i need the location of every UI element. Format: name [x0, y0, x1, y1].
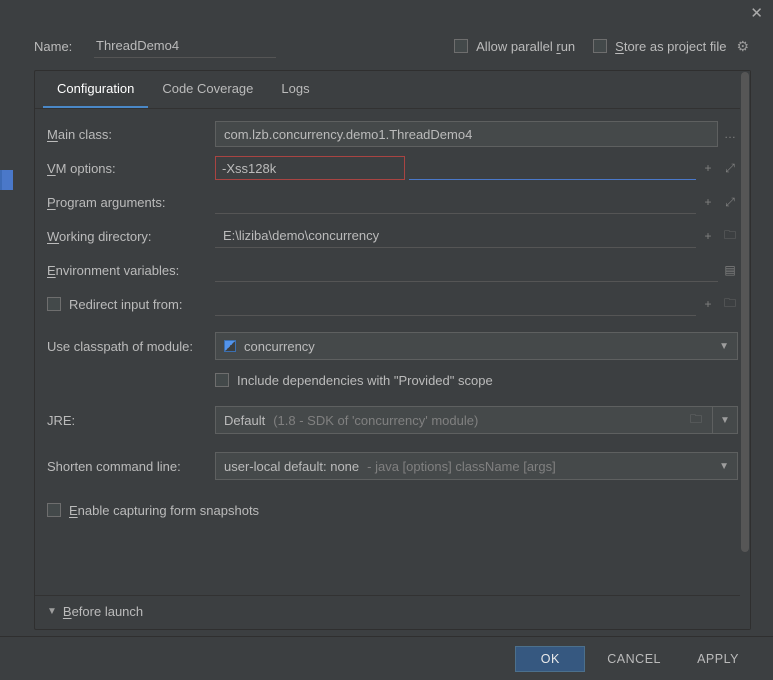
jre-select[interactable]: Default (1.8 - SDK of 'concurrency' modu…	[215, 406, 712, 434]
env-vars-label: Environment variables:	[47, 259, 215, 282]
scrollbar[interactable]	[740, 71, 750, 629]
include-provided-checkbox[interactable]: Include dependencies with "Provided" sco…	[215, 373, 493, 388]
plus-icon[interactable]: +	[700, 195, 716, 209]
cancel-button[interactable]: CANCEL	[593, 646, 675, 672]
left-accent	[0, 170, 13, 190]
plus-icon[interactable]: +	[700, 161, 716, 175]
tab-logs[interactable]: Logs	[267, 71, 323, 108]
checkbox-icon	[47, 503, 61, 517]
jre-label: JRE:	[47, 409, 215, 432]
gear-icon[interactable]: ⚙	[736, 38, 749, 55]
chevron-down-icon: ▼	[47, 606, 57, 617]
chevron-down-icon: ▼	[719, 341, 729, 352]
env-vars-input[interactable]	[215, 258, 718, 282]
classpath-label: Use classpath of module:	[47, 335, 215, 358]
checkbox-icon[interactable]	[47, 297, 61, 311]
before-launch-section[interactable]: ▼ Before launch	[35, 595, 750, 629]
enable-snapshots-checkbox[interactable]: Enable capturing form snapshots	[47, 503, 259, 518]
browse-icon[interactable]: …	[722, 127, 738, 141]
vm-options-label: VM options:	[47, 157, 215, 180]
scrollbar-thumb[interactable]	[741, 72, 749, 552]
working-dir-label: Working directory:	[47, 225, 215, 248]
program-args-label: Program arguments:	[47, 191, 215, 214]
ok-button[interactable]: OK	[515, 646, 585, 672]
tab-configuration[interactable]: Configuration	[43, 71, 148, 108]
shorten-select[interactable]: user-local default: none - java [options…	[215, 452, 738, 480]
apply-button[interactable]: APPLY	[683, 646, 753, 672]
store-as-project-file-checkbox[interactable]: Store as project file	[593, 39, 726, 54]
checkbox-icon	[215, 373, 229, 387]
allow-parallel-run-checkbox[interactable]: Allow parallel run	[454, 39, 575, 54]
separator	[35, 108, 750, 109]
shorten-label: Shorten command line:	[47, 455, 215, 478]
vm-options-extra[interactable]	[409, 156, 696, 180]
folder-icon[interactable]: 🗀	[688, 410, 704, 431]
main-class-input[interactable]	[215, 121, 718, 147]
plus-icon[interactable]: +	[700, 297, 716, 311]
expand-icon[interactable]: ⤢	[722, 161, 738, 176]
checkbox-icon	[454, 39, 468, 53]
main-class-label: Main class:	[47, 123, 215, 146]
name-label: Name:	[34, 39, 94, 54]
vm-options-input[interactable]	[215, 156, 405, 180]
chevron-down-icon: ▼	[719, 461, 729, 472]
module-icon	[224, 340, 236, 352]
close-icon[interactable]: ✕	[750, 4, 763, 22]
plus-icon[interactable]: +	[700, 229, 716, 243]
tab-code-coverage[interactable]: Code Coverage	[148, 71, 267, 108]
redirect-input-label: Redirect input from:	[47, 293, 215, 316]
classpath-select[interactable]: concurrency ▼	[215, 332, 738, 360]
program-args-input[interactable]	[215, 190, 696, 214]
chevron-down-icon: ▼	[720, 415, 730, 426]
name-input[interactable]	[94, 34, 276, 58]
working-dir-input[interactable]	[215, 224, 696, 248]
checkbox-icon	[593, 39, 607, 53]
expand-icon[interactable]: ⤢	[722, 195, 738, 210]
redirect-input-field[interactable]	[215, 292, 696, 316]
jre-dropdown-button[interactable]: ▼	[712, 406, 738, 434]
folder-icon[interactable]: 🗀	[722, 226, 738, 247]
list-icon[interactable]: ▤	[722, 263, 738, 277]
folder-icon[interactable]: 🗀	[722, 294, 738, 315]
